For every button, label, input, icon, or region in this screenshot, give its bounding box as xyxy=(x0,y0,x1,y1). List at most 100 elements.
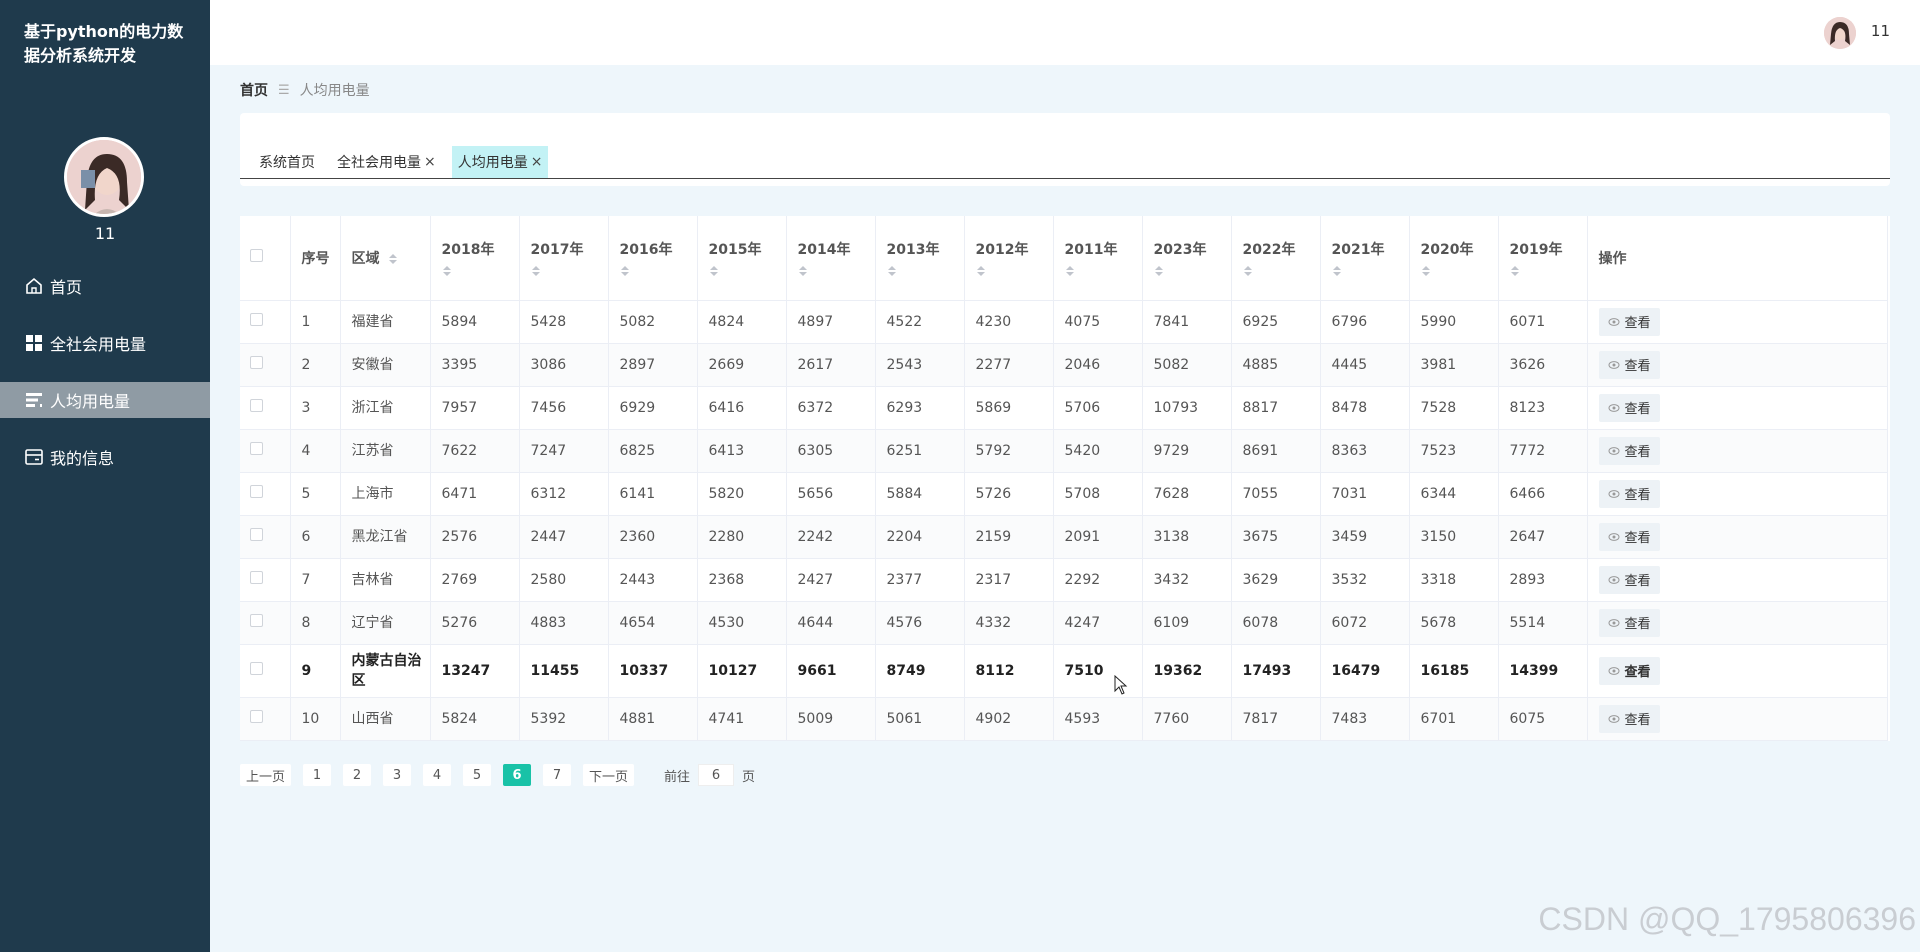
page-number-button[interactable]: 3 xyxy=(383,764,412,786)
view-button[interactable]: 查看 xyxy=(1598,436,1660,465)
page-number-button[interactable]: 5 xyxy=(463,764,492,786)
sort-icon[interactable] xyxy=(1510,265,1520,277)
header-year[interactable]: 2016年 xyxy=(608,216,698,301)
user-avatar[interactable] xyxy=(1824,17,1856,49)
row-checkbox[interactable] xyxy=(250,528,263,541)
cell-value: 2204 xyxy=(875,515,965,559)
page-number-button[interactable]: 6 xyxy=(503,764,532,786)
view-button[interactable]: 查看 xyxy=(1598,479,1660,508)
row-checkbox[interactable] xyxy=(250,485,263,498)
sort-icon[interactable] xyxy=(531,265,541,277)
sort-icon[interactable] xyxy=(798,265,808,277)
top-username[interactable]: 11 xyxy=(1871,22,1890,40)
breadcrumb-home[interactable]: 首页 xyxy=(240,80,268,100)
header-year[interactable]: 2020年 xyxy=(1409,216,1499,301)
cell-value: 7622 xyxy=(430,429,520,473)
cell-value: 5869 xyxy=(964,386,1054,430)
header-year[interactable]: 2012年 xyxy=(964,216,1054,301)
cell-value: 4075 xyxy=(1053,300,1143,344)
header-year[interactable]: 2013年 xyxy=(875,216,965,301)
close-icon[interactable]: × xyxy=(424,154,436,170)
row-checkbox[interactable] xyxy=(250,399,263,412)
sort-icon[interactable] xyxy=(1332,265,1342,277)
cell-value: 3675 xyxy=(1231,515,1321,559)
sidebar-item-my-info[interactable]: 我的信息 xyxy=(0,439,210,475)
row-checkbox-cell xyxy=(240,697,291,741)
next-page-button[interactable]: 下一页 xyxy=(583,764,635,786)
select-all-checkbox[interactable] xyxy=(250,249,263,263)
view-button[interactable]: 查看 xyxy=(1598,393,1660,422)
cell-action: 查看 xyxy=(1587,644,1888,698)
page-number-button[interactable]: 4 xyxy=(423,764,452,786)
view-button[interactable]: 查看 xyxy=(1598,608,1660,637)
page-number-button[interactable]: 7 xyxy=(543,764,572,786)
row-checkbox[interactable] xyxy=(250,662,263,675)
cell-value: 6466 xyxy=(1498,472,1588,516)
header-year[interactable]: 2018年 xyxy=(430,216,520,301)
header-year[interactable]: 2017年 xyxy=(519,216,609,301)
cell-action: 查看 xyxy=(1587,386,1888,430)
sidebar-item-per-capita[interactable]: 人均用电量 xyxy=(0,382,210,418)
view-button[interactable]: 查看 xyxy=(1598,350,1660,379)
sort-icon[interactable] xyxy=(887,265,897,277)
view-label: 查看 xyxy=(1624,402,1651,417)
sidebar-item-home[interactable]: 首页 xyxy=(0,268,210,304)
cell-value: 5392 xyxy=(519,697,609,741)
tab-per-capita[interactable]: 人均用电量 × xyxy=(451,146,549,178)
tab-total-electricity[interactable]: 全社会用电量 × xyxy=(331,146,442,178)
cell-index: 10 xyxy=(290,697,341,741)
view-button[interactable]: 查看 xyxy=(1598,565,1660,594)
sidebar-avatar[interactable] xyxy=(64,137,144,217)
table-row: 8 辽宁省 5276 4883 4654 4530 4644 4576 4332 4247 6109… xyxy=(240,601,1888,645)
sort-icon[interactable] xyxy=(1243,265,1253,277)
sort-icon[interactable] xyxy=(1421,265,1431,277)
header-year[interactable]: 2019年 xyxy=(1498,216,1588,301)
table-body: 1 福建省 5894 5428 5082 4824 4897 4522 4230 4075 7841… xyxy=(240,300,1888,741)
header-year[interactable]: 2011年 xyxy=(1053,216,1143,301)
row-checkbox[interactable] xyxy=(250,442,263,455)
sidebar-item-label: 人均用电量 xyxy=(50,392,131,411)
grid-icon xyxy=(24,333,44,353)
sort-icon[interactable] xyxy=(442,265,452,277)
sort-icon[interactable] xyxy=(388,253,398,265)
row-checkbox[interactable] xyxy=(250,571,263,584)
tab-system-home[interactable]: 系统首页 xyxy=(253,146,321,178)
cell-value: 6078 xyxy=(1231,601,1321,645)
table-row: 10 山西省 5824 5392 4881 4741 5009 5061 4902 4593 776… xyxy=(240,697,1888,741)
cell-value: 5009 xyxy=(786,697,876,741)
row-checkbox[interactable] xyxy=(250,614,263,627)
header-year[interactable]: 2023年 xyxy=(1142,216,1232,301)
table-row: 6 黑龙江省 2576 2447 2360 2280 2242 2204 2159 2091 313… xyxy=(240,515,1888,559)
page-number-button[interactable]: 2 xyxy=(343,764,372,786)
close-icon[interactable]: × xyxy=(531,154,543,170)
prev-page-button[interactable]: 上一页 xyxy=(240,764,292,786)
header-year[interactable]: 2021年 xyxy=(1320,216,1410,301)
header-year[interactable]: 2022年 xyxy=(1231,216,1321,301)
sidebar-item-total-electricity[interactable]: 全社会用电量 xyxy=(0,325,210,361)
view-button[interactable]: 查看 xyxy=(1598,522,1660,551)
eye-icon xyxy=(1608,575,1619,584)
header-year[interactable]: 2015年 xyxy=(697,216,787,301)
goto-page-input[interactable] xyxy=(698,764,735,786)
header-region[interactable]: 区域 xyxy=(340,216,431,301)
header-label: 2013年 xyxy=(886,241,940,258)
sort-icon[interactable] xyxy=(1154,265,1164,277)
sort-icon[interactable] xyxy=(620,265,630,277)
header-label: 2016年 xyxy=(619,241,673,258)
row-checkbox[interactable] xyxy=(250,356,263,369)
row-checkbox[interactable] xyxy=(250,313,263,326)
sort-icon[interactable] xyxy=(709,265,719,277)
cell-value: 7031 xyxy=(1320,472,1410,516)
cell-value: 3395 xyxy=(430,343,520,387)
cell-value: 6293 xyxy=(875,386,965,430)
view-button[interactable]: 查看 xyxy=(1598,704,1660,733)
page-number-button[interactable]: 1 xyxy=(303,764,332,786)
row-checkbox[interactable] xyxy=(250,710,263,723)
header-year[interactable]: 2014年 xyxy=(786,216,876,301)
sort-icon[interactable] xyxy=(1065,265,1075,277)
view-button[interactable]: 查看 xyxy=(1598,656,1660,685)
view-button[interactable]: 查看 xyxy=(1598,307,1660,336)
card-icon xyxy=(24,447,44,467)
sort-icon[interactable] xyxy=(976,265,986,277)
table-row: 3 浙江省 7957 7456 6929 6416 6372 6293 5869 5706 1079… xyxy=(240,386,1888,430)
